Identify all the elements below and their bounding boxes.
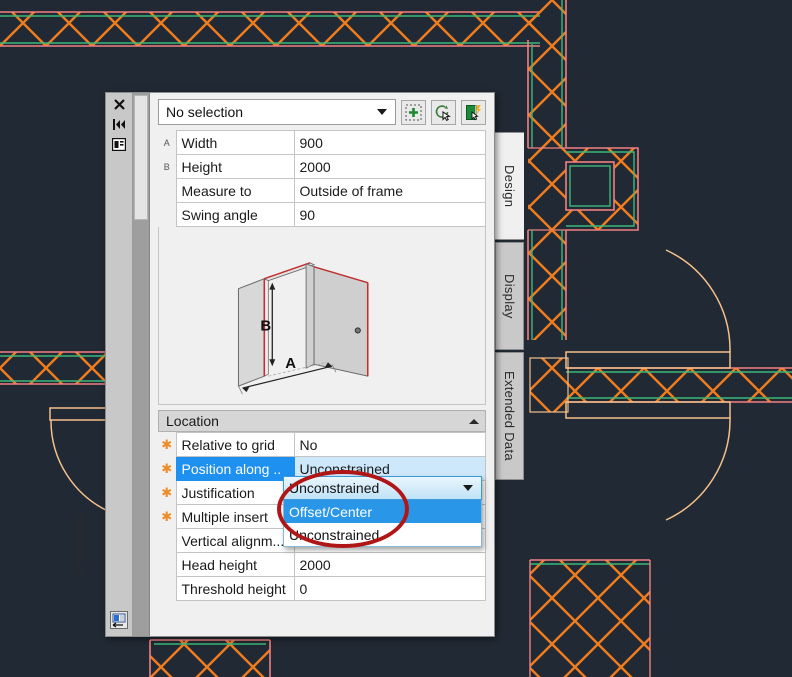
dimension-letter: B <box>158 154 176 179</box>
dropdown-option[interactable]: Offset/Center <box>284 500 481 523</box>
dropdown-current-value-field[interactable]: Unconstrained <box>283 476 482 500</box>
table-row[interactable]: Swing angle 90 <box>158 202 486 227</box>
row-marker-empty <box>158 178 176 203</box>
override-star-icon: ✱ <box>158 504 176 529</box>
table-row[interactable]: ✱ Relative to grid No <box>158 432 486 457</box>
property-value[interactable]: Outside of frame <box>293 178 486 203</box>
property-name: Vertical alignm... <box>175 528 295 553</box>
table-row[interactable]: Threshold height 0 <box>158 576 486 601</box>
row-marker-empty <box>158 576 176 601</box>
property-name: Head height <box>175 552 295 577</box>
dropdown-option[interactable]: Unconstrained <box>284 523 481 546</box>
row-marker-empty <box>158 202 176 227</box>
wall-bottom <box>149 639 271 677</box>
property-value[interactable]: 2000 <box>293 154 486 179</box>
property-name: Swing angle <box>175 202 295 227</box>
property-value[interactable]: No <box>293 432 486 457</box>
chevron-down-icon[interactable] <box>463 485 473 491</box>
table-row[interactable]: B Height 2000 <box>158 154 486 179</box>
property-value[interactable]: 2000 <box>293 552 486 577</box>
door-preview-image: B A <box>172 227 472 404</box>
preview-label-b: B <box>260 318 271 334</box>
edit-style-icon <box>466 104 481 120</box>
property-value[interactable]: 900 <box>293 130 486 155</box>
override-star-icon: ✱ <box>158 432 176 457</box>
tab-extended-data-label: Extended Data <box>502 371 517 461</box>
property-name: Height <box>175 154 295 179</box>
select-objects-icon <box>435 104 451 121</box>
property-name: Threshold height <box>175 576 295 601</box>
table-row[interactable]: Head height 2000 <box>158 552 486 577</box>
palette-gutter: Properties <box>72 93 132 636</box>
description-toggle-icon[interactable] <box>109 610 129 630</box>
properties-palette: Properties No selection A Width 900 B He… <box>72 92 495 637</box>
door-preview: B A <box>158 227 486 405</box>
scrollbar-thumb[interactable] <box>134 95 148 220</box>
object-selector-combobox[interactable]: No selection <box>158 99 396 125</box>
row-marker-empty <box>158 552 176 577</box>
property-name: Position along .. <box>175 456 295 481</box>
override-star-icon: ✱ <box>158 456 176 481</box>
quick-select-icon <box>405 104 422 120</box>
row-marker-empty <box>158 528 176 553</box>
select-objects-button[interactable] <box>431 99 456 125</box>
dropdown-current-value: Unconstrained <box>289 480 380 496</box>
wall-right-lower <box>527 230 567 340</box>
position-along-dropdown[interactable]: Unconstrained Offset/Center Unconstrained <box>283 476 482 547</box>
table-row[interactable]: A Width 900 <box>158 130 486 155</box>
wall-bottom-right <box>529 559 651 677</box>
location-section-header[interactable]: Location <box>158 410 486 432</box>
property-name: Justification <box>175 480 295 505</box>
wall-top <box>0 11 540 47</box>
property-name: Measure to <box>175 178 295 203</box>
dropdown-option-list: Offset/Center Unconstrained <box>283 500 482 547</box>
app-root: Design Display Extended Data Properties … <box>0 0 792 677</box>
wall-right-vertical <box>527 0 567 148</box>
property-value[interactable]: 90 <box>293 202 486 227</box>
palette-scrollbar[interactable] <box>133 93 150 636</box>
chevron-down-icon <box>377 109 387 115</box>
tab-design[interactable]: Design <box>495 132 524 240</box>
quick-select-button[interactable] <box>401 99 426 125</box>
property-name: Width <box>175 130 295 155</box>
tab-design-label: Design <box>502 164 517 208</box>
tab-display[interactable]: Display <box>495 242 524 350</box>
property-value[interactable]: 0 <box>293 576 486 601</box>
palette-body: No selection A Width 900 B Height 2000 M… <box>132 93 494 636</box>
preview-label-a: A <box>285 356 296 372</box>
dimension-letter: A <box>158 130 176 155</box>
location-section-label: Location <box>166 413 219 429</box>
wall-right-room <box>528 147 639 231</box>
chevron-up-icon <box>469 418 479 424</box>
auto-hide-icon[interactable] <box>109 116 129 133</box>
palette-menu-icon[interactable] <box>109 136 129 153</box>
close-icon[interactable] <box>109 96 129 113</box>
table-row[interactable]: Measure to Outside of frame <box>158 178 486 203</box>
basic-properties-table: A Width 900 B Height 2000 Measure to Outside of… <box>158 130 486 227</box>
wall-left-lower <box>0 351 110 385</box>
property-name: Multiple insert <box>175 504 295 529</box>
override-star-icon: ✱ <box>158 480 176 505</box>
tab-display-label: Display <box>502 273 517 319</box>
tab-extended-data[interactable]: Extended Data <box>495 352 524 480</box>
palette-content: No selection A Width 900 B Height 2000 M… <box>150 93 494 636</box>
selector-row: No selection <box>158 99 486 125</box>
property-name: Relative to grid <box>175 432 295 457</box>
object-selector-value: No selection <box>166 104 244 120</box>
edit-style-button[interactable] <box>461 99 486 125</box>
